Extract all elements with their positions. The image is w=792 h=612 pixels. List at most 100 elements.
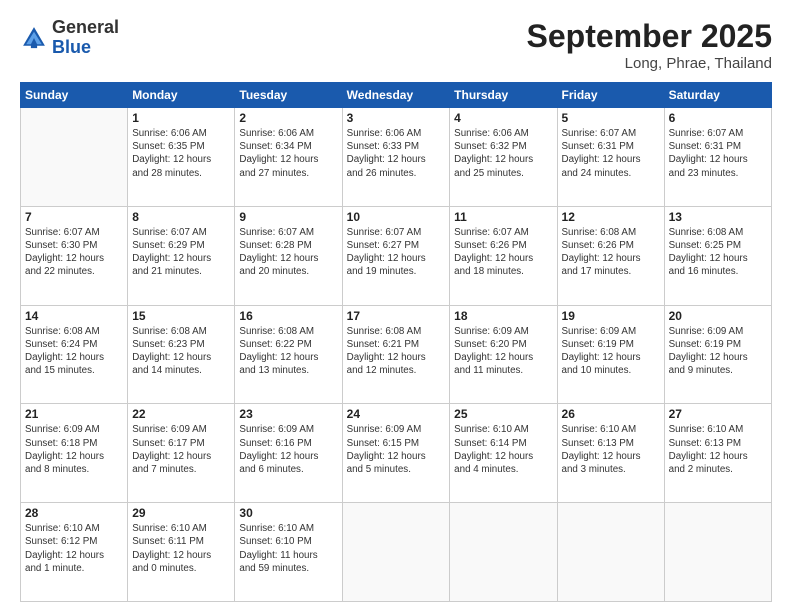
calendar-body: 1 Sunrise: 6:06 AMSunset: 6:35 PMDaylight… — [21, 108, 772, 602]
calendar-cell: 3Sunrise: 6:06 AMSunset: 6:33 PMDaylight… — [342, 108, 450, 207]
calendar-cell: 15 Sunrise: 6:08 AMSunset: 6:23 PMDayligh… — [128, 305, 235, 404]
calendar-cell: 11Sunrise: 6:07 AMSunset: 6:26 PMDayligh… — [450, 206, 557, 305]
day-number: 15 — [132, 309, 230, 323]
day-info: Sunrise: 6:08 AMSunset: 6:25 PMDaylight:… — [669, 226, 767, 279]
calendar-header: SundayMondayTuesdayWednesdayThursdayFrid… — [21, 83, 772, 108]
title-block: September 2025 Long, Phrae, Thailand — [527, 18, 772, 72]
calendar-cell: 29 Sunrise: 6:10 AMSunset: 6:11 PMDayligh… — [128, 503, 235, 602]
calendar-cell: 27Sunrise: 6:10 AMSunset: 6:13 PMDayligh… — [664, 404, 771, 503]
day-number: 30 — [239, 506, 337, 520]
day-number: 29 — [132, 506, 230, 520]
calendar-cell — [450, 503, 557, 602]
day-number: 12 — [562, 210, 660, 224]
day-number: 2 — [239, 111, 337, 125]
logo-text: General Blue — [52, 18, 119, 58]
weekday-header-saturday: Saturday — [664, 83, 771, 108]
month-title: September 2025 — [527, 18, 772, 55]
calendar-cell: 6Sunrise: 6:07 AMSunset: 6:31 PMDaylight… — [664, 108, 771, 207]
calendar-cell — [557, 503, 664, 602]
calendar-cell — [342, 503, 450, 602]
day-info: Sunrise: 6:09 AMSunset: 6:15 PMDaylight:… — [347, 423, 446, 476]
day-info: Sunrise: 6:10 AMSunset: 6:14 PMDaylight:… — [454, 423, 552, 476]
day-info: Sunrise: 6:09 AMSunset: 6:20 PMDaylight:… — [454, 325, 552, 378]
day-info: Sunrise: 6:07 AMSunset: 6:27 PMDaylight:… — [347, 226, 446, 279]
day-info: Sunrise: 6:07 AMSunset: 6:31 PMDaylight:… — [562, 127, 660, 180]
calendar-table: SundayMondayTuesdayWednesdayThursdayFrid… — [20, 82, 772, 602]
day-info: Sunrise: 6:10 AMSunset: 6:13 PMDaylight:… — [669, 423, 767, 476]
day-number: 3 — [347, 111, 446, 125]
day-info: Sunrise: 6:10 AMSunset: 6:10 PMDaylight:… — [239, 522, 337, 575]
day-info: Sunrise: 6:06 AMSunset: 6:32 PMDaylight:… — [454, 127, 552, 180]
day-number: 22 — [132, 407, 230, 421]
calendar-cell: 5Sunrise: 6:07 AMSunset: 6:31 PMDaylight… — [557, 108, 664, 207]
calendar-cell: 1 Sunrise: 6:06 AMSunset: 6:35 PMDaylight… — [128, 108, 235, 207]
calendar-week-2: 7 Sunrise: 6:07 AMSunset: 6:30 PMDaylight… — [21, 206, 772, 305]
day-info: Sunrise: 6:07 AMSunset: 6:30 PMDaylight:… — [25, 226, 123, 279]
location-title: Long, Phrae, Thailand — [527, 55, 772, 72]
calendar-cell: 18Sunrise: 6:09 AMSunset: 6:20 PMDayligh… — [450, 305, 557, 404]
day-number: 10 — [347, 210, 446, 224]
calendar-cell: 13 Sunrise: 6:08 AMSunset: 6:25 PMDayligh… — [664, 206, 771, 305]
calendar-cell — [21, 108, 128, 207]
calendar-week-3: 14 Sunrise: 6:08 AMSunset: 6:24 PMDayligh… — [21, 305, 772, 404]
logo-general-text: General — [52, 18, 119, 38]
logo: General Blue — [20, 18, 119, 58]
day-info: Sunrise: 6:08 AMSunset: 6:21 PMDaylight:… — [347, 325, 446, 378]
calendar-cell: 21 Sunrise: 6:09 AMSunset: 6:18 PMDayligh… — [21, 404, 128, 503]
calendar-cell: 4 Sunrise: 6:06 AMSunset: 6:32 PMDaylight… — [450, 108, 557, 207]
calendar-week-4: 21 Sunrise: 6:09 AMSunset: 6:18 PMDayligh… — [21, 404, 772, 503]
calendar-cell: 7 Sunrise: 6:07 AMSunset: 6:30 PMDaylight… — [21, 206, 128, 305]
day-number: 20 — [669, 309, 767, 323]
day-number: 8 — [132, 210, 230, 224]
day-number: 7 — [25, 210, 123, 224]
calendar-cell: 22 Sunrise: 6:09 AMSunset: 6:17 PMDayligh… — [128, 404, 235, 503]
calendar-cell: 23Sunrise: 6:09 AMSunset: 6:16 PMDayligh… — [235, 404, 342, 503]
day-number: 19 — [562, 309, 660, 323]
day-info: Sunrise: 6:06 AMSunset: 6:35 PMDaylight:… — [132, 127, 230, 180]
day-info: Sunrise: 6:08 AMSunset: 6:24 PMDaylight:… — [25, 325, 123, 378]
day-number: 14 — [25, 309, 123, 323]
day-info: Sunrise: 6:08 AMSunset: 6:23 PMDaylight:… — [132, 325, 230, 378]
calendar-cell: 25 Sunrise: 6:10 AMSunset: 6:14 PMDayligh… — [450, 404, 557, 503]
day-info: Sunrise: 6:09 AMSunset: 6:16 PMDaylight:… — [239, 423, 337, 476]
calendar-cell: 9Sunrise: 6:07 AMSunset: 6:28 PMDaylight… — [235, 206, 342, 305]
day-info: Sunrise: 6:10 AMSunset: 6:13 PMDaylight:… — [562, 423, 660, 476]
weekday-header-friday: Friday — [557, 83, 664, 108]
calendar-cell: 12 Sunrise: 6:08 AMSunset: 6:26 PMDayligh… — [557, 206, 664, 305]
logo-icon — [20, 24, 48, 52]
calendar-cell: 8Sunrise: 6:07 AMSunset: 6:29 PMDaylight… — [128, 206, 235, 305]
day-info: Sunrise: 6:08 AMSunset: 6:26 PMDaylight:… — [562, 226, 660, 279]
day-info: Sunrise: 6:09 AMSunset: 6:18 PMDaylight:… — [25, 423, 123, 476]
day-number: 11 — [454, 210, 552, 224]
day-number: 6 — [669, 111, 767, 125]
day-info: Sunrise: 6:08 AMSunset: 6:22 PMDaylight:… — [239, 325, 337, 378]
day-number: 16 — [239, 309, 337, 323]
weekday-header-row: SundayMondayTuesdayWednesdayThursdayFrid… — [21, 83, 772, 108]
day-number: 25 — [454, 407, 552, 421]
calendar-cell: 2Sunrise: 6:06 AMSunset: 6:34 PMDaylight… — [235, 108, 342, 207]
day-info: Sunrise: 6:10 AMSunset: 6:11 PMDaylight:… — [132, 522, 230, 575]
day-info: Sunrise: 6:09 AMSunset: 6:17 PMDaylight:… — [132, 423, 230, 476]
calendar-cell: 10 Sunrise: 6:07 AMSunset: 6:27 PMDayligh… — [342, 206, 450, 305]
day-number: 28 — [25, 506, 123, 520]
calendar-cell: 30 Sunrise: 6:10 AMSunset: 6:10 PMDayligh… — [235, 503, 342, 602]
day-number: 4 — [454, 111, 552, 125]
day-info: Sunrise: 6:10 AMSunset: 6:12 PMDaylight:… — [25, 522, 123, 575]
calendar-cell: 14 Sunrise: 6:08 AMSunset: 6:24 PMDayligh… — [21, 305, 128, 404]
calendar-cell: 24Sunrise: 6:09 AMSunset: 6:15 PMDayligh… — [342, 404, 450, 503]
day-info: Sunrise: 6:07 AMSunset: 6:28 PMDaylight:… — [239, 226, 337, 279]
day-number: 1 — [132, 111, 230, 125]
calendar-cell: 19 Sunrise: 6:09 AMSunset: 6:19 PMDayligh… — [557, 305, 664, 404]
calendar-cell — [664, 503, 771, 602]
weekday-header-thursday: Thursday — [450, 83, 557, 108]
day-number: 21 — [25, 407, 123, 421]
page: General Blue September 2025 Long, Phrae,… — [0, 0, 792, 612]
calendar-cell: 26Sunrise: 6:10 AMSunset: 6:13 PMDayligh… — [557, 404, 664, 503]
weekday-header-tuesday: Tuesday — [235, 83, 342, 108]
day-info: Sunrise: 6:09 AMSunset: 6:19 PMDaylight:… — [562, 325, 660, 378]
day-number: 13 — [669, 210, 767, 224]
weekday-header-sunday: Sunday — [21, 83, 128, 108]
calendar-cell: 28 Sunrise: 6:10 AMSunset: 6:12 PMDayligh… — [21, 503, 128, 602]
weekday-header-wednesday: Wednesday — [342, 83, 450, 108]
header: General Blue September 2025 Long, Phrae,… — [20, 18, 772, 72]
